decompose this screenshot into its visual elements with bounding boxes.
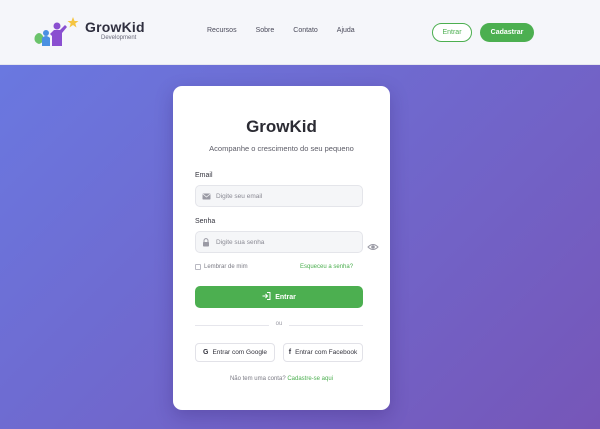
nav-item-sobre[interactable]: Sobre	[256, 27, 275, 34]
facebook-login-label: Entrar com Facebook	[295, 349, 358, 356]
header-signup-button[interactable]: Cadastrar	[480, 23, 534, 42]
or-label: ou	[275, 321, 283, 327]
forgot-password-link[interactable]: Esqueceu a senha?	[300, 264, 353, 270]
nav-item-contato[interactable]: Contato	[293, 27, 318, 34]
header-login-button[interactable]: Entrar	[432, 23, 472, 42]
login-arrow-icon	[262, 292, 271, 302]
eye-icon[interactable]	[367, 240, 379, 252]
nav-item-ajuda[interactable]: Ajuda	[337, 27, 355, 34]
password-field-wrapper	[195, 231, 363, 253]
no-account-text: Não tem uma conta?	[229, 376, 286, 382]
signup-link[interactable]: Cadastre-se aqui	[287, 376, 333, 382]
logo-subtitle: Development	[101, 35, 137, 41]
envelope-icon	[196, 185, 216, 207]
google-icon: G	[202, 349, 209, 356]
email-label: Email	[195, 172, 213, 179]
email-field[interactable]	[216, 192, 356, 200]
main-nav: Recursos Sobre Contato Ajuda	[207, 27, 374, 34]
login-button[interactable]: Entrar	[195, 286, 363, 308]
nav-item-recursos[interactable]: Recursos	[207, 27, 237, 34]
remember-me[interactable]: Lembrar de mim	[195, 264, 248, 270]
top-header: GrowKid Development Recursos Sobre Conta…	[0, 0, 600, 65]
login-button-label: Entrar	[275, 293, 296, 301]
logo[interactable]: GrowKid Development	[33, 14, 145, 48]
password-field[interactable]	[216, 238, 356, 246]
lock-icon	[196, 231, 216, 253]
google-login-label: Entrar com Google	[212, 349, 267, 356]
facebook-icon: f	[288, 349, 292, 356]
card-subtitle: Acompanhe o crescimento do seu pequeno	[209, 144, 354, 153]
signup-prompt: Não tem uma conta? Cadastre-se aqui	[173, 376, 390, 382]
remember-label: Lembrar de mim	[204, 264, 248, 270]
card-title: GrowKid	[246, 117, 317, 136]
login-card: GrowKid Acompanhe o crescimento do seu p…	[173, 86, 390, 410]
logo-name: GrowKid	[85, 19, 145, 35]
email-field-wrapper	[195, 185, 363, 207]
or-divider: ou	[195, 321, 363, 329]
remember-checkbox[interactable]	[195, 264, 201, 270]
google-login-button[interactable]: G Entrar com Google	[195, 343, 275, 362]
facebook-login-button[interactable]: f Entrar com Facebook	[283, 343, 363, 362]
password-label: Senha	[195, 218, 216, 225]
logo-kids-icon	[33, 14, 81, 48]
